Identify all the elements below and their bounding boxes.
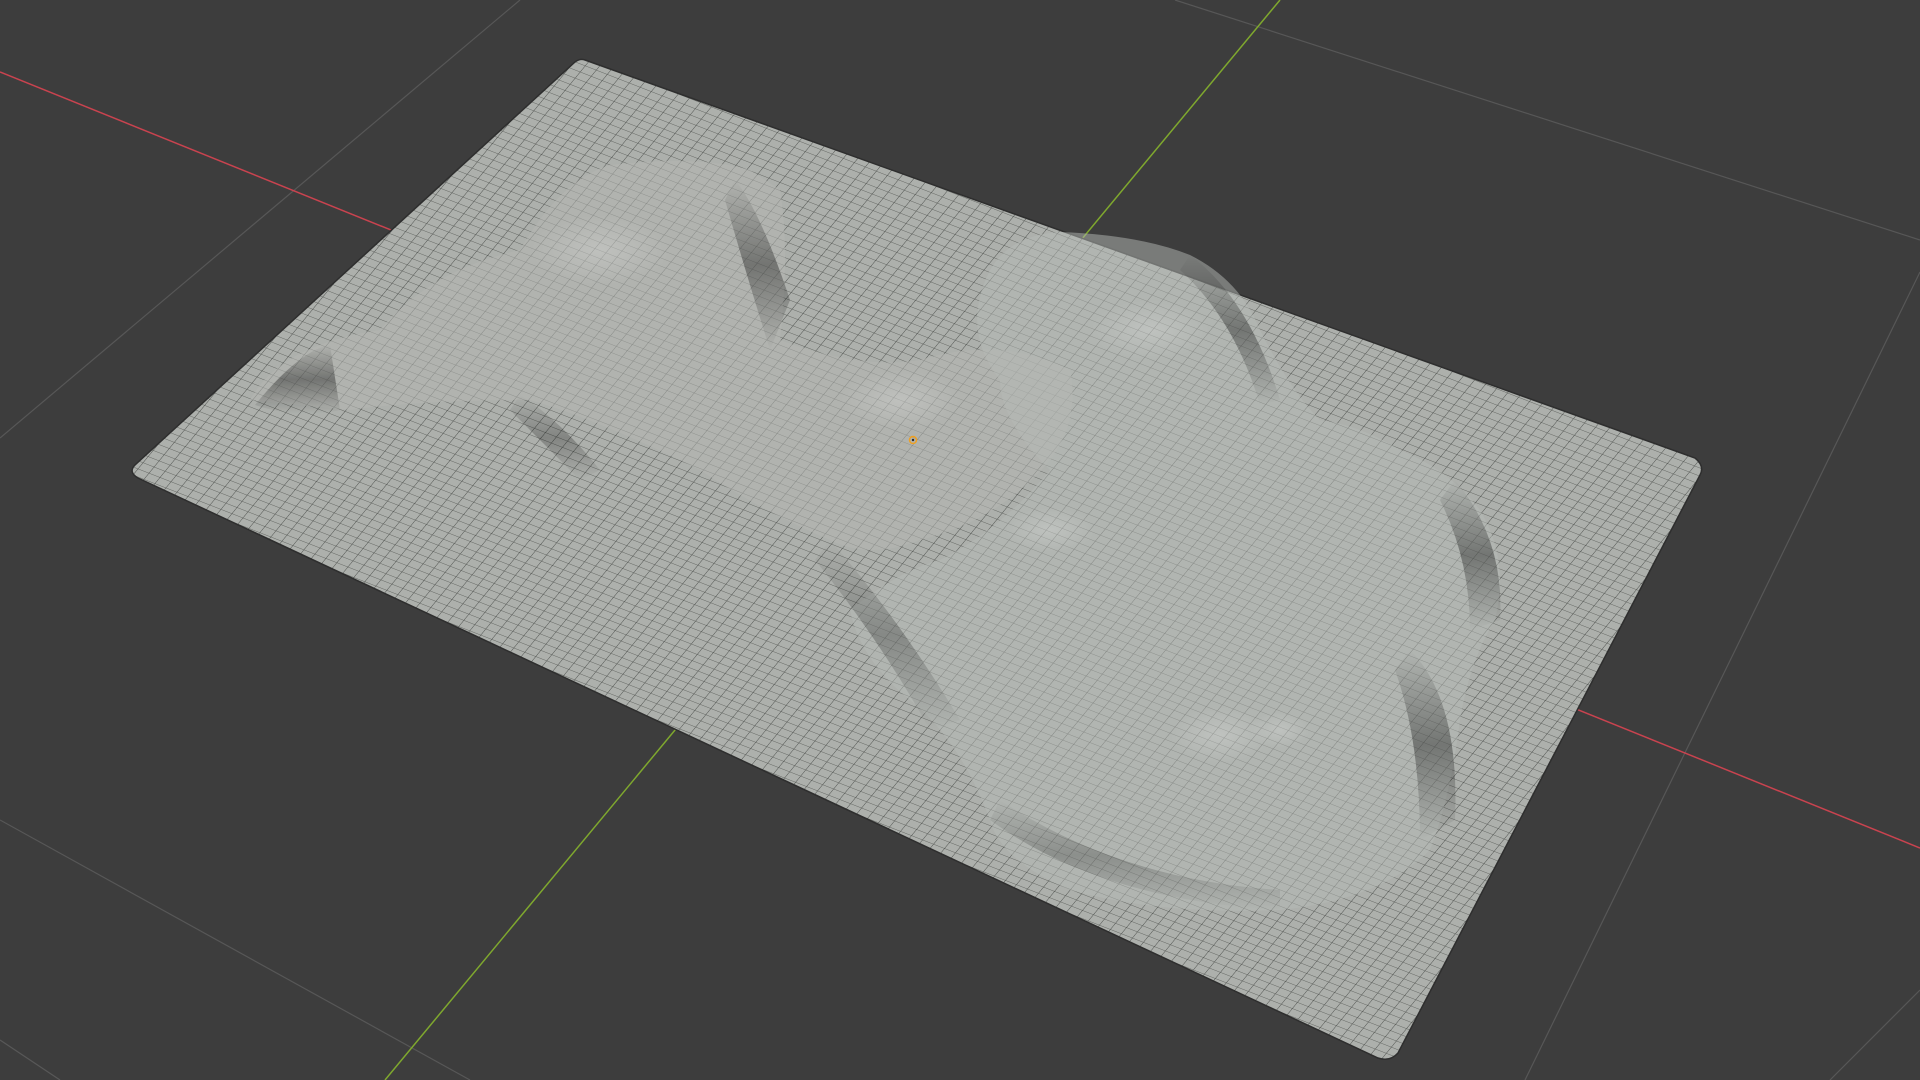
viewport-canvas[interactable] xyxy=(0,0,1920,1080)
terrain-mesh[interactable] xyxy=(131,58,1703,1060)
3d-viewport[interactable] xyxy=(0,0,1920,1080)
